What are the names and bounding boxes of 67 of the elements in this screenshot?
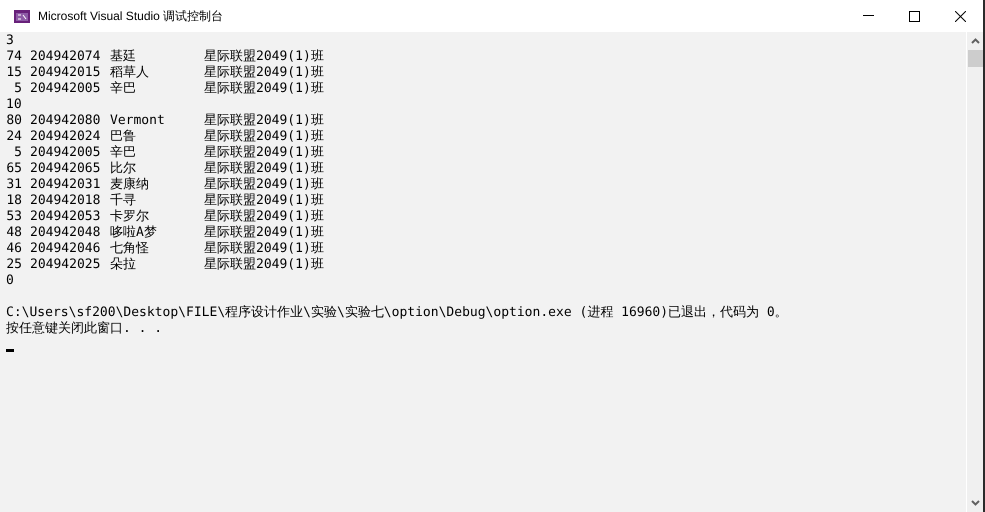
student-name: 哆啦A梦 [110,225,157,241]
minimize-icon [862,15,874,17]
student-id: 204942018 [30,193,100,209]
console-app-icon [14,10,30,22]
student-id: 204942031 [30,177,100,193]
rank-number: 5 [14,81,22,97]
rank-number: 46 [6,241,22,257]
scroll-up-icon[interactable] [970,38,980,44]
student-name: 基廷 [110,49,136,65]
rank-number: 74 [6,49,22,65]
student-name: 比尔 [110,161,136,177]
class-name: 星际联盟2049(1)班 [204,225,324,241]
console-line: 0 [6,273,14,289]
close-icon [954,10,966,22]
cursor [6,349,14,352]
rank-number: 31 [6,177,22,193]
student-name: 七角怪 [110,241,149,257]
student-name: 辛巴 [110,145,136,161]
student-name: 巴鲁 [110,129,136,145]
student-id: 204942015 [30,65,100,81]
class-name: 星际联盟2049(1)班 [204,161,324,177]
class-name: 星际联盟2049(1)班 [204,193,324,209]
student-name: 麦康纳 [110,177,149,193]
rank-number: 53 [6,209,22,225]
student-id: 204942080 [30,113,100,129]
console-line: C:\Users\sf200\Desktop\FILE\程序设计作业\实验\实验七\option\Debug\option.exe (进程 16960)已退出，代码为 0。 [6,305,788,321]
class-name: 星际联盟2049(1)班 [204,257,324,273]
student-id: 204942005 [30,81,100,97]
student-id: 204942024 [30,129,100,145]
scroll-down-icon[interactable] [970,500,980,506]
vertical-scrollbar[interactable] [966,32,983,512]
console-line: 10 [6,97,22,113]
student-id: 204942074 [30,49,100,65]
student-name: Vermont [110,113,165,129]
rank-number: 15 [6,65,22,81]
student-id: 204942048 [30,225,100,241]
rank-number: 18 [6,193,22,209]
class-name: 星际联盟2049(1)班 [204,209,324,225]
rank-number: 80 [6,113,22,129]
console-line: 3 [6,33,14,49]
rank-number: 48 [6,225,22,241]
student-name: 稻草人 [110,65,149,81]
class-name: 星际联盟2049(1)班 [204,145,324,161]
student-name: 卡罗尔 [110,209,149,225]
student-id: 204942005 [30,145,100,161]
class-name: 星际联盟2049(1)班 [204,241,324,257]
rank-number: 24 [6,129,22,145]
rank-number: 65 [6,161,22,177]
class-name: 星际联盟2049(1)班 [204,177,324,193]
rank-number: 5 [14,145,22,161]
student-name: 朵拉 [110,257,136,273]
student-id: 204942046 [30,241,100,257]
class-name: 星际联盟2049(1)班 [204,65,324,81]
console-line: 按任意键关闭此窗口. . . [6,321,162,337]
class-name: 星际联盟2049(1)班 [204,129,324,145]
student-name: 辛巴 [110,81,136,97]
student-name: 千寻 [110,193,136,209]
class-name: 星际联盟2049(1)班 [204,49,324,65]
scrollbar-thumb[interactable] [968,50,982,67]
student-id: 204942065 [30,161,100,177]
maximize-icon [908,10,920,22]
class-name: 星际联盟2049(1)班 [204,113,324,129]
rank-number: 25 [6,257,22,273]
window-title: Microsoft Visual Studio 调试控制台 [38,8,224,25]
class-name: 星际联盟2049(1)班 [204,81,324,97]
student-id: 204942053 [30,209,100,225]
student-id: 204942025 [30,257,100,273]
